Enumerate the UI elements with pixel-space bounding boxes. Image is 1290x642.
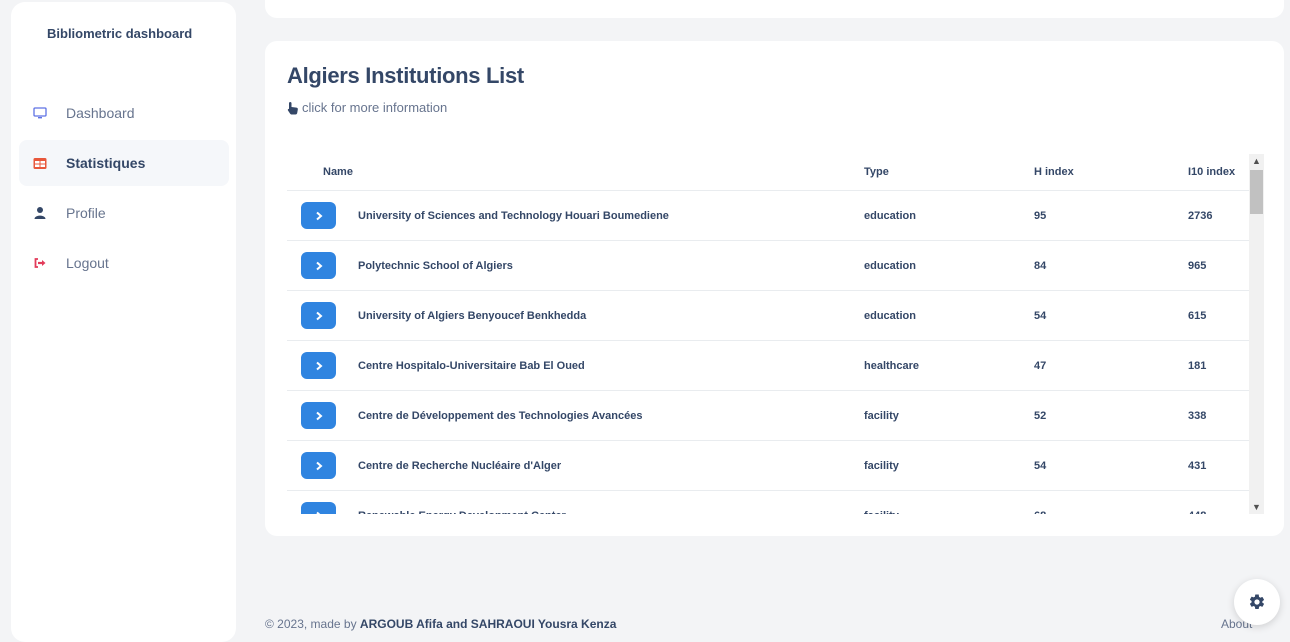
type-cell: healthcare (864, 340, 1034, 391)
i10-index-cell: 181 (1188, 340, 1249, 391)
table-row[interactable]: Centre de Développement des Technologies… (287, 390, 1249, 441)
column-header-h-index[interactable]: H index (1034, 154, 1188, 191)
h-index-cell: 84 (1034, 240, 1188, 291)
i10-index-cell: 615 (1188, 290, 1249, 341)
h-index-cell: 54 (1034, 290, 1188, 341)
gear-icon (1249, 594, 1265, 609)
expand-row-button[interactable] (301, 452, 336, 479)
brand-title[interactable]: Bibliometric dashboard (47, 26, 192, 41)
expand-row-button[interactable] (301, 252, 336, 279)
institution-name: Renewable Energy Development Center (358, 510, 566, 515)
table-row[interactable]: Polytechnic School of Algiers education 84… (287, 240, 1249, 291)
pointer-hand-icon (287, 101, 298, 114)
i10-index-cell: 448 (1188, 490, 1249, 514)
h-index-cell: 95 (1034, 190, 1188, 241)
type-cell: facility (864, 390, 1034, 441)
chevron-right-icon (315, 461, 323, 470)
name-cell: Polytechnic School of Algiers (287, 240, 864, 291)
footer-authors: ARGOUB Afifa and SAHRAOUI Yousra Kenza (359, 617, 617, 631)
table-row[interactable]: University of Sciences and Technology Ho… (287, 190, 1249, 241)
scroll-up-arrow-icon[interactable]: ▲ (1249, 154, 1264, 168)
sidebar-item-statistiques[interactable]: Statistiques (19, 140, 229, 186)
table-row[interactable]: Renewable Energy Development Center facil… (287, 490, 1249, 515)
chevron-right-icon (315, 311, 323, 320)
table-row[interactable]: Centre de Recherche Nucléaire d'Alger fac… (287, 440, 1249, 491)
sidebar-item-dashboard[interactable]: Dashboard (19, 90, 229, 136)
h-index-cell: 54 (1034, 440, 1188, 491)
institution-name: Centre Hospitalo-Universitaire Bab El Ou… (358, 359, 585, 372)
column-header-i10-index[interactable]: I10 index (1188, 154, 1249, 191)
name-cell: Centre de Développement des Technologies… (287, 390, 864, 441)
hint-label: click for more information (302, 100, 448, 115)
expand-row-button[interactable] (301, 402, 336, 429)
chevron-right-icon (315, 211, 323, 220)
table-body: University of Sciences and Technology Ho… (287, 190, 1249, 515)
h-index-cell: 68 (1034, 490, 1188, 514)
chevron-right-icon (315, 361, 323, 370)
column-header-name[interactable]: Name (287, 154, 864, 191)
institution-name: Centre de Recherche Nucléaire d'Alger (358, 459, 562, 472)
table-scrollbar[interactable]: ▲ ▼ (1249, 154, 1264, 514)
footer-credits: © 2023, made by ARGOUB Afifa and SAHRAOU… (265, 617, 616, 631)
h-index-cell: 47 (1034, 340, 1188, 391)
sidebar-item-label: Profile (66, 205, 106, 221)
expand-row-button[interactable] (301, 502, 336, 514)
sidebar-item-logout[interactable]: Logout (19, 240, 229, 286)
table-row[interactable]: University of Algiers Benyoucef Benkhedd… (287, 290, 1249, 341)
scroll-down-arrow-icon[interactable]: ▼ (1249, 500, 1264, 514)
chevron-right-icon (315, 411, 323, 420)
i10-index-cell: 2736 (1188, 190, 1249, 241)
page-title: Algiers Institutions List (287, 63, 524, 88)
sidebar-item-label: Logout (66, 255, 109, 271)
institution-name: Polytechnic School of Algiers (358, 259, 513, 272)
institution-name: University of Sciences and Technology Ho… (358, 209, 669, 222)
i10-index-cell: 431 (1188, 440, 1249, 491)
type-cell: education (864, 240, 1034, 291)
h-index-cell: 52 (1034, 390, 1188, 441)
chevron-right-icon (315, 511, 321, 514)
type-cell: education (864, 190, 1034, 241)
user-icon (34, 207, 46, 219)
name-cell: Renewable Energy Development Center (287, 490, 864, 515)
name-cell: Centre de Recherche Nucléaire d'Alger (287, 440, 864, 491)
institution-name: University of Algiers Benyoucef Benkhedd… (358, 309, 587, 322)
hint-text: click for more information (287, 100, 447, 115)
table-row[interactable]: Centre Hospitalo-Universitaire Bab El Ou… (287, 340, 1249, 391)
table-header-row: Name Type H index I10 index (287, 154, 1249, 191)
type-cell: education (864, 290, 1034, 341)
name-cell: University of Algiers Benyoucef Benkhedd… (287, 290, 864, 341)
institutions-card: Algiers Institutions List click for more… (265, 41, 1284, 536)
chevron-right-icon (315, 261, 323, 270)
monitor-icon (33, 107, 47, 119)
column-header-type[interactable]: Type (864, 154, 1034, 191)
logout-icon (34, 258, 46, 268)
i10-index-cell: 338 (1188, 390, 1249, 441)
sidebar-item-label: Dashboard (66, 105, 135, 121)
expand-row-button[interactable] (301, 202, 336, 229)
scroll-thumb[interactable] (1250, 170, 1263, 214)
sidebar: Bibliometric dashboard Dashboard Statist… (11, 2, 236, 642)
expand-row-button[interactable] (301, 352, 336, 379)
expand-row-button[interactable] (301, 302, 336, 329)
sidebar-item-label: Statistiques (66, 155, 146, 171)
type-cell: facility (864, 490, 1034, 514)
institutions-table[interactable]: Name Type H index I10 index University o… (287, 154, 1264, 514)
i10-index-cell: 965 (1188, 240, 1249, 291)
type-cell: facility (864, 440, 1034, 491)
name-cell: Centre Hospitalo-Universitaire Bab El Ou… (287, 340, 864, 391)
table-icon (33, 158, 47, 169)
footer-prefix: © 2023, made by (265, 617, 360, 631)
settings-button[interactable] (1234, 579, 1280, 625)
institution-name: Centre de Développement des Technologies… (358, 409, 643, 422)
sidebar-item-profile[interactable]: Profile (19, 190, 229, 236)
name-cell: University of Sciences and Technology Ho… (287, 190, 864, 241)
top-card (265, 0, 1284, 18)
